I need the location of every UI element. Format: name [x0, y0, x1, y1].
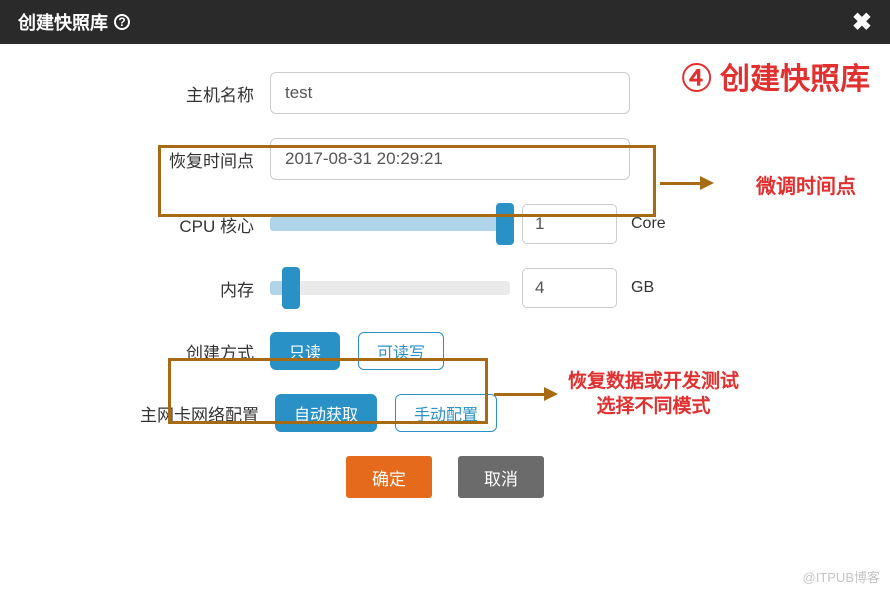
mode-readwrite-button[interactable]: 可读写: [358, 332, 444, 370]
row-memory: 内存 GB: [50, 268, 840, 308]
memory-slider[interactable]: [270, 281, 510, 295]
restore-time-input[interactable]: [270, 138, 630, 180]
dialog-footer: 确定 取消: [50, 456, 840, 498]
annotation-step-title: ④ 创建快照库: [682, 54, 870, 98]
row-create-mode: 创建方式 只读 可读写: [50, 332, 840, 370]
label-network: 主网卡网络配置: [50, 401, 275, 426]
row-restore-time: 恢复时间点: [50, 138, 840, 180]
hostname-input[interactable]: [270, 72, 630, 114]
network-manual-button[interactable]: 手动配置: [395, 394, 497, 432]
memory-value-input[interactable]: [522, 268, 617, 308]
label-create-mode: 创建方式: [50, 339, 270, 364]
cpu-slider-thumb[interactable]: [496, 203, 514, 245]
row-cpu: CPU 核心 Core: [50, 204, 840, 244]
label-memory: 内存: [50, 276, 270, 301]
cancel-button[interactable]: 取消: [458, 456, 544, 498]
label-hostname: 主机名称: [50, 81, 270, 106]
watermark: @ITPUB博客: [803, 567, 880, 586]
arrow-mode: [494, 387, 558, 401]
form-area: 主机名称 恢复时间点 CPU 核心 Core 内存 GB 创建方式 只读 可读写…: [0, 44, 890, 498]
close-icon[interactable]: ✖: [852, 8, 872, 37]
memory-slider-thumb[interactable]: [282, 267, 300, 309]
annotation-fine-tune: 微调时间点: [756, 170, 856, 199]
cpu-unit: Core: [631, 215, 666, 233]
help-icon[interactable]: ?: [114, 14, 130, 30]
cpu-slider[interactable]: [270, 217, 510, 231]
annotation-mode-hint: 恢复数据或开发测试 选择不同模式: [568, 370, 739, 419]
network-auto-button[interactable]: 自动获取: [275, 394, 377, 432]
arrow-time: [660, 176, 714, 190]
memory-unit: GB: [631, 279, 654, 297]
cpu-value-input[interactable]: [522, 204, 617, 244]
confirm-button[interactable]: 确定: [346, 456, 432, 498]
label-restore-time: 恢复时间点: [50, 147, 270, 172]
mode-readonly-button[interactable]: 只读: [270, 332, 340, 370]
dialog-title: 创建快照库: [18, 9, 108, 35]
label-cpu: CPU 核心: [50, 212, 270, 237]
dialog-header: 创建快照库 ? ✖: [0, 0, 890, 44]
